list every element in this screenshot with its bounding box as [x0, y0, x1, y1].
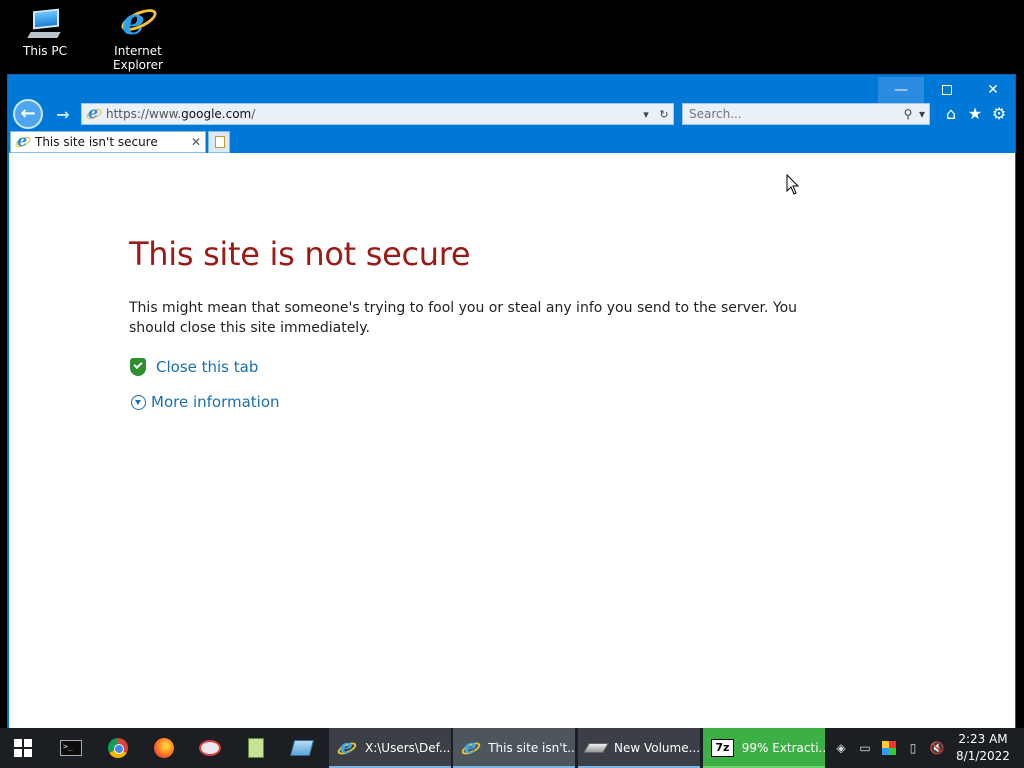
windows-logo-icon [14, 739, 32, 757]
maximize-button[interactable] [924, 77, 970, 103]
tab-active[interactable]: e This site isn't secure ✕ [10, 131, 206, 153]
taskbar-app-label: 99% Extracti... [741, 741, 825, 755]
url-prefix: https://www. [106, 107, 182, 121]
book-icon [289, 740, 315, 756]
close-icon: ✕ [190, 135, 202, 149]
usb-icon: ▯ [909, 741, 917, 755]
close-window-button[interactable]: ✕ [970, 77, 1016, 103]
close-icon: ✕ [987, 82, 999, 98]
chevron-down-icon: ▾ [918, 107, 926, 121]
refresh-button[interactable]: ↻ [655, 108, 673, 121]
forward-button[interactable]: → [52, 105, 74, 125]
desktop-icon-label: This PC [23, 44, 67, 58]
search-provider-dropdown[interactable]: ▾ [915, 107, 929, 121]
taskbar-cmd[interactable]: >_ [48, 728, 94, 768]
more-information-link[interactable]: More information [131, 393, 280, 411]
taskbar-app-7zip-extract[interactable]: 7z 99% Extracti... [703, 728, 825, 768]
search-input[interactable] [689, 107, 901, 121]
favorites-button[interactable]: ★ [964, 103, 986, 125]
more-information-label: More information [151, 393, 280, 411]
search-icon: ⚲ [903, 107, 913, 121]
site-ie-icon: e [85, 103, 103, 122]
new-tab-icon [215, 136, 225, 148]
expand-chevron-icon [131, 394, 146, 410]
browser-window: — ✕ ← → e https://www.google.com/ ▾ ↻ ⚲ … [7, 74, 1016, 729]
taskbar-chrome[interactable] [95, 728, 141, 768]
page-title: This site is not secure [129, 235, 471, 273]
search-box[interactable]: ⚲ ▾ [682, 103, 930, 125]
internet-explorer-icon: e [460, 734, 482, 758]
maximize-icon [942, 85, 952, 95]
command-prompt-icon: >_ [60, 740, 82, 756]
tab-close-button[interactable]: ✕ [187, 135, 205, 149]
address-dropdown-button[interactable]: ▾ [637, 108, 655, 121]
tray-color[interactable] [880, 739, 898, 757]
tab-ie-icon: e [14, 131, 32, 150]
internet-explorer-icon: e [336, 734, 358, 758]
drive-icon [583, 743, 609, 753]
tray-display[interactable]: ▭ [856, 739, 874, 757]
search-button[interactable]: ⚲ [901, 107, 915, 121]
tray-network[interactable]: ◈ [832, 739, 850, 757]
chrome-icon [108, 738, 128, 758]
taskbar: >_ e X:\Users\Def... e This site isn't..… [0, 728, 1024, 768]
minimize-button[interactable]: — [878, 77, 924, 103]
taskbar-app-label: X:\Users\Def... [365, 741, 451, 755]
speaker-muted-icon: 🔇 [929, 741, 945, 755]
arrow-right-icon: → [56, 105, 70, 124]
taskbar-clock[interactable]: 2:23 AM 8/1/2022 [953, 731, 1013, 765]
url-path: / [251, 107, 256, 121]
gear-icon: ⚙ [991, 104, 1007, 123]
chevron-down-icon: ▾ [643, 107, 649, 121]
page-content: This site is not secure This might mean … [9, 153, 1015, 729]
snipping-tool-icon [199, 740, 221, 756]
taskbar-reader[interactable] [279, 728, 325, 768]
clock-date: 8/1/2022 [956, 749, 1010, 763]
7zip-icon: 7z [711, 739, 734, 757]
clock-time: 2:23 AM [958, 732, 1008, 746]
display-icon: ▭ [859, 741, 871, 755]
tray-volume[interactable]: 🔇 [928, 739, 946, 757]
close-this-tab-label: Close this tab [156, 358, 259, 376]
network-icon: ◈ [836, 741, 846, 755]
tray-usb[interactable]: ▯ [904, 739, 922, 757]
tools-button[interactable]: ⚙ [988, 103, 1010, 125]
address-bar[interactable]: e https://www.google.com/ ▾ ↻ [81, 103, 674, 125]
refresh-icon: ↻ [659, 107, 669, 121]
star-icon: ★ [967, 104, 983, 123]
firefox-icon [154, 738, 174, 758]
taskbar-snipping-tool[interactable] [187, 728, 233, 768]
home-icon: ⌂ [945, 104, 957, 123]
desktop-icon-internet-explorer[interactable]: e Internet Explorer [90, 4, 186, 72]
notepad-plus-icon [248, 738, 264, 758]
tab-title: This site isn't secure [35, 135, 158, 149]
error-description: This might mean that someone's trying to… [129, 300, 798, 336]
home-button[interactable]: ⌂ [940, 103, 962, 125]
computer-icon [25, 6, 65, 40]
address-url[interactable]: https://www.google.com/ [106, 107, 637, 121]
taskbar-app-ie-active[interactable]: e This site isn't... [453, 728, 575, 768]
internet-explorer-icon: e [118, 4, 160, 40]
taskbar-app-label: New Volume... [613, 741, 700, 755]
desktop-icon-label: Internet Explorer [113, 44, 163, 72]
start-button[interactable] [0, 728, 46, 768]
close-this-tab-link[interactable]: Close this tab [130, 358, 258, 376]
new-tab-button[interactable] [208, 131, 230, 153]
taskbar-app-new-volume[interactable]: New Volume... [578, 728, 700, 768]
taskbar-app-label: This site isn't... [488, 741, 575, 755]
back-button[interactable]: ← [13, 99, 43, 129]
taskbar-notepad-plus[interactable] [233, 728, 279, 768]
minimize-icon: — [894, 82, 908, 98]
desktop-icon-this-pc[interactable]: This PC [0, 6, 93, 58]
color-palette-icon [882, 741, 896, 755]
arrow-left-icon: ← [20, 103, 36, 124]
shield-check-icon [130, 358, 146, 376]
url-host: google.com [181, 107, 252, 121]
taskbar-app-explorer-ie[interactable]: e X:\Users\Def... [329, 728, 451, 768]
taskbar-firefox[interactable] [141, 728, 187, 768]
